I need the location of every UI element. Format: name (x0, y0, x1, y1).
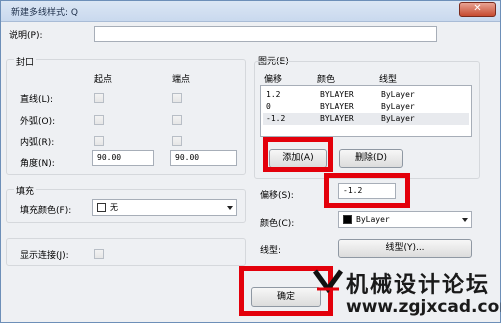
description-label: 说明(P): (9, 31, 43, 41)
elements-row-offset: -1.2 (266, 114, 286, 123)
window-title: 新建多线样式: Q (11, 8, 78, 18)
elements-offset-header: 偏移 (264, 75, 283, 85)
elements-row-linetype: ByLayer (381, 90, 415, 99)
elements-row-offset: 0 (266, 102, 271, 111)
close-icon: ✕ (473, 3, 482, 14)
elements-row-selected[interactable]: -1.2 BYLAYER ByLayer (263, 113, 469, 125)
elements-linetype-header: 线型 (379, 75, 398, 85)
watermark-logo-icon (313, 269, 343, 293)
description-input[interactable] (94, 26, 437, 42)
cap-outer-arc-label: 外弧(O): (20, 117, 56, 127)
linetype-label: 线型: (260, 246, 282, 256)
highlight-box-offset (324, 173, 410, 208)
chevron-down-icon (462, 218, 468, 222)
cap-line-start-checkbox[interactable] (94, 93, 104, 103)
cap-outer-arc-start-checkbox[interactable] (94, 115, 104, 125)
close-button[interactable]: ✕ (459, 2, 496, 17)
offset-label: 偏移(S): (260, 191, 294, 201)
caps-start-header: 起点 (94, 75, 113, 85)
cap-line-label: 直线(L): (20, 95, 54, 105)
fill-section-label: 填充 (14, 184, 37, 197)
chevron-down-icon (227, 206, 233, 210)
elements-row-color: BYLAYER (320, 102, 354, 111)
multiline-style-dialog: 新建多线样式: Q ✕ 说明(P): 封口 起点 端点 直线(L): 外弧(O)… (0, 0, 501, 323)
caps-end-header: 端点 (172, 75, 191, 85)
fill-color-swatch (97, 203, 106, 212)
linetype-button[interactable]: 线型(Y)... (338, 239, 472, 258)
elements-row-linetype: ByLayer (381, 114, 415, 123)
caps-section-label: 封口 (14, 55, 37, 68)
cap-inner-arc-start-checkbox[interactable] (94, 136, 104, 146)
cap-outer-arc-end-checkbox[interactable] (172, 115, 182, 125)
elements-list[interactable]: 1.2 BYLAYER ByLayer 0 BYLAYER ByLayer -1… (260, 85, 472, 137)
cap-angle-start-input[interactable]: 90.00 (92, 150, 154, 166)
elements-row-linetype: ByLayer (381, 102, 415, 111)
cap-inner-arc-label: 内弧(R): (20, 138, 55, 148)
elements-row-color: BYLAYER (320, 90, 354, 99)
elements-row-offset: 1.2 (266, 90, 281, 99)
fill-color-value: 无 (110, 203, 118, 212)
elements-row[interactable]: 0 BYLAYER ByLayer (263, 101, 469, 113)
show-joints-label: 显示连接(J): (20, 251, 69, 261)
watermark-url: www.zgjxcad.com (346, 297, 501, 317)
element-color-select[interactable]: ByLayer (338, 211, 472, 228)
fill-color-label: 填充颜色(F): (20, 206, 72, 216)
element-color-swatch (343, 215, 352, 224)
elements-row-color: BYLAYER (320, 114, 354, 123)
element-color-label: 颜色(C): (260, 219, 295, 229)
cap-angle-label: 角度(N): (20, 159, 55, 169)
show-joints-checkbox[interactable] (94, 249, 104, 259)
watermark-text: 机械设计论坛 (346, 273, 491, 298)
highlight-box-add (263, 137, 333, 172)
cap-inner-arc-end-checkbox[interactable] (172, 136, 182, 146)
title-bar: 新建多线样式: Q ✕ (1, 1, 500, 22)
element-color-value: ByLayer (356, 215, 390, 224)
cap-line-end-checkbox[interactable] (172, 93, 182, 103)
fill-color-select[interactable]: 无 (92, 199, 237, 216)
elements-color-header: 颜色 (317, 75, 336, 85)
delete-element-button[interactable]: 删除(D) (339, 149, 403, 168)
elements-row[interactable]: 1.2 BYLAYER ByLayer (263, 89, 469, 101)
cap-angle-end-input[interactable]: 90.00 (170, 150, 237, 166)
